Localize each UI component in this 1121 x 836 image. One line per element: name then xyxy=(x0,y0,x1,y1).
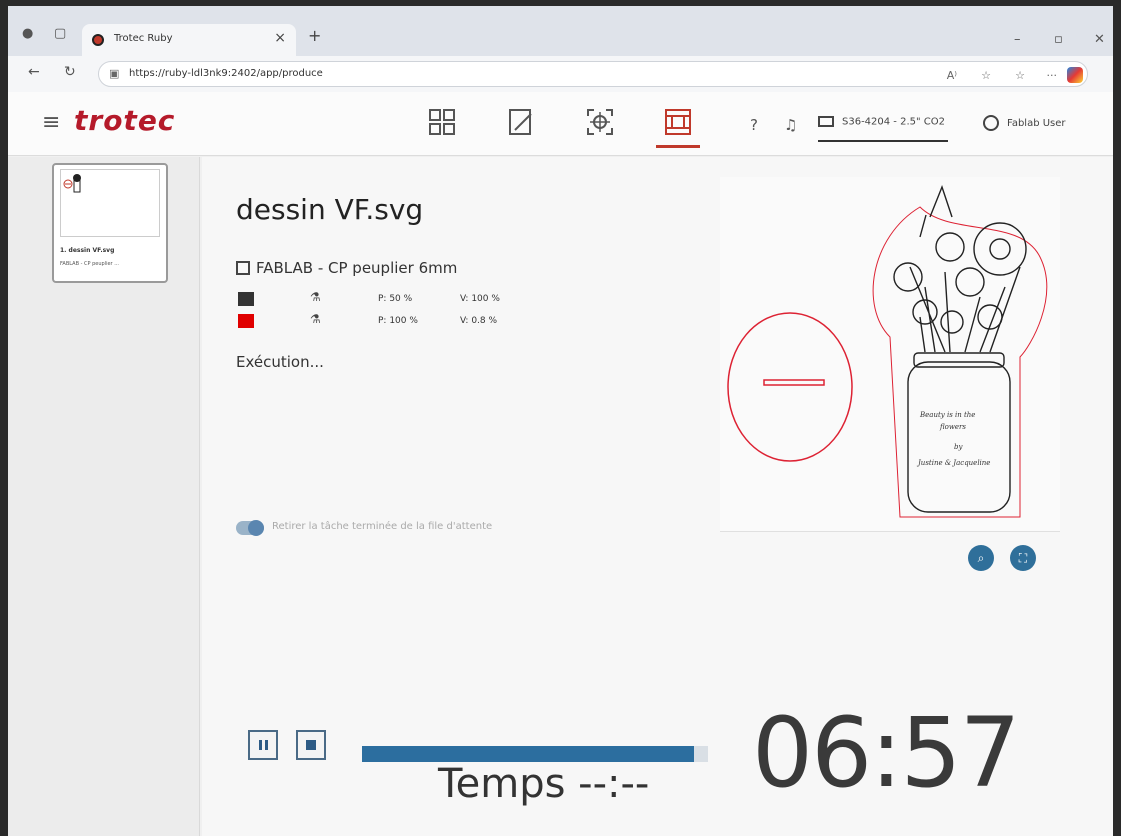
position-target-icon[interactable] xyxy=(582,106,618,138)
job-queue-item[interactable]: 1. dessin VF.svg FABLAB - CP peuplier ..… xyxy=(52,163,168,283)
svg-text:Beauty is in the: Beauty is in the xyxy=(919,411,975,419)
job-preview: Beauty is in the flowers by Justine & Ja… xyxy=(720,177,1060,532)
laser-machine-icon xyxy=(818,116,834,127)
read-aloud-icon[interactable]: A⁾ xyxy=(947,69,957,82)
power-value: P: 100 % xyxy=(378,316,418,326)
maximize-icon[interactable]: ▫ xyxy=(1054,32,1063,47)
trotec-logo: trotec xyxy=(74,104,176,137)
job-progress-bar xyxy=(362,746,708,762)
machine-underline xyxy=(818,140,948,142)
time-label: Temps --:-- xyxy=(438,761,650,807)
fit-to-view-icon[interactable]: ⛶ xyxy=(1010,545,1036,571)
tab-close-button[interactable]: × xyxy=(274,30,286,46)
design-mode-grid-icon[interactable] xyxy=(424,106,460,138)
job-queue-panel: 1. dessin VF.svg FABLAB - CP peuplier ..… xyxy=(8,157,200,836)
user-name: Fablab User xyxy=(1007,118,1066,129)
favorites-icon[interactable]: ☆ xyxy=(1015,69,1025,82)
tab-actions-icon[interactable]: ▢ xyxy=(54,26,66,41)
user-menu[interactable]: Fablab User xyxy=(983,115,1066,131)
produce-laser-icon[interactable] xyxy=(656,106,700,148)
tab-title: Trotec Ruby xyxy=(114,33,173,44)
stop-icon xyxy=(306,740,316,750)
edit-pen-icon[interactable] xyxy=(503,106,539,138)
help-icon[interactable]: ? xyxy=(750,116,758,134)
svg-text:by: by xyxy=(954,443,963,451)
user-avatar-icon xyxy=(983,115,999,131)
job-progress-fill xyxy=(362,746,695,762)
trotec-favicon-icon xyxy=(92,34,104,46)
power-value: P: 50 % xyxy=(378,294,413,304)
app-header: ≡ trotec ? ♫ S36-4204 - 2.5" CO2 Fablab … xyxy=(8,92,1113,156)
svg-text:flowers: flowers xyxy=(939,423,966,431)
new-tab-button[interactable]: + xyxy=(308,26,321,45)
pause-button[interactable] xyxy=(248,730,278,760)
screen: ● ▢ Trotec Ruby × + – ▫ ✕ ← ↻ ▣ https://… xyxy=(8,6,1113,836)
copilot-icon[interactable] xyxy=(1067,67,1083,83)
menu-icon[interactable]: ≡ xyxy=(42,110,60,135)
machine-selector[interactable]: S36-4204 - 2.5" CO2 xyxy=(818,116,945,128)
browser-tab-bar: ● ▢ Trotec Ruby × + – ▫ ✕ xyxy=(8,6,1113,56)
refresh-icon[interactable]: ↻ xyxy=(64,64,76,80)
address-bar[interactable]: ▣ https://ruby-ldl3nk9:2402/app/produce … xyxy=(98,61,1088,87)
minimize-icon[interactable]: – xyxy=(1014,32,1021,47)
countdown-timer: 06:57 xyxy=(752,697,1021,809)
color-swatch xyxy=(238,292,254,306)
address-bar-row: ← ↻ ▣ https://ruby-ldl3nk9:2402/app/prod… xyxy=(8,56,1113,92)
notification-bell-icon[interactable]: ♫ xyxy=(784,116,797,134)
close-window-icon[interactable]: ✕ xyxy=(1094,32,1105,47)
speed-value: V: 100 % xyxy=(460,294,500,304)
back-icon[interactable]: ← xyxy=(28,64,40,80)
profile-icon[interactable]: ● xyxy=(22,26,33,41)
browser-tab[interactable]: Trotec Ruby × xyxy=(82,24,296,56)
speed-value: V: 0.8 % xyxy=(460,316,498,326)
url-text[interactable]: https://ruby-ldl3nk9:2402/app/produce xyxy=(129,68,323,79)
more-menu-icon[interactable]: ··· xyxy=(1047,69,1058,82)
remove-finished-toggle[interactable] xyxy=(236,520,264,536)
cut-mode-icon: ⚗ xyxy=(310,312,321,326)
pause-icon xyxy=(259,740,269,750)
job-thumbnail xyxy=(60,169,160,237)
svg-text:Justine & Jacqueline: Justine & Jacqueline xyxy=(916,459,990,467)
machine-name: S36-4204 - 2.5" CO2 xyxy=(842,116,945,128)
job-status: Exécution... xyxy=(236,353,324,371)
material-name: FABLAB - CP peuplier 6mm xyxy=(256,259,458,277)
zoom-to-job-icon[interactable]: ⌕ xyxy=(968,545,994,571)
color-swatch xyxy=(238,314,254,328)
engrave-mode-icon: ⚗ xyxy=(310,290,321,304)
site-info-icon[interactable]: ▣ xyxy=(109,67,119,80)
job-queue-material: FABLAB - CP peuplier ... xyxy=(60,261,119,267)
material-icon xyxy=(236,261,250,275)
remove-finished-label: Retirer la tâche terminée de la file d'a… xyxy=(272,521,493,532)
favorite-star-icon[interactable]: ☆ xyxy=(981,69,991,82)
job-preview-drawing: Beauty is in the flowers by Justine & Ja… xyxy=(727,184,1048,518)
job-queue-name: 1. dessin VF.svg xyxy=(60,247,115,254)
job-title: dessin VF.svg xyxy=(236,193,424,226)
stop-button[interactable] xyxy=(296,730,326,760)
production-main: dessin VF.svg FABLAB - CP peuplier 6mm ⚗… xyxy=(202,157,1113,836)
material-label: FABLAB - CP peuplier 6mm xyxy=(236,259,457,277)
